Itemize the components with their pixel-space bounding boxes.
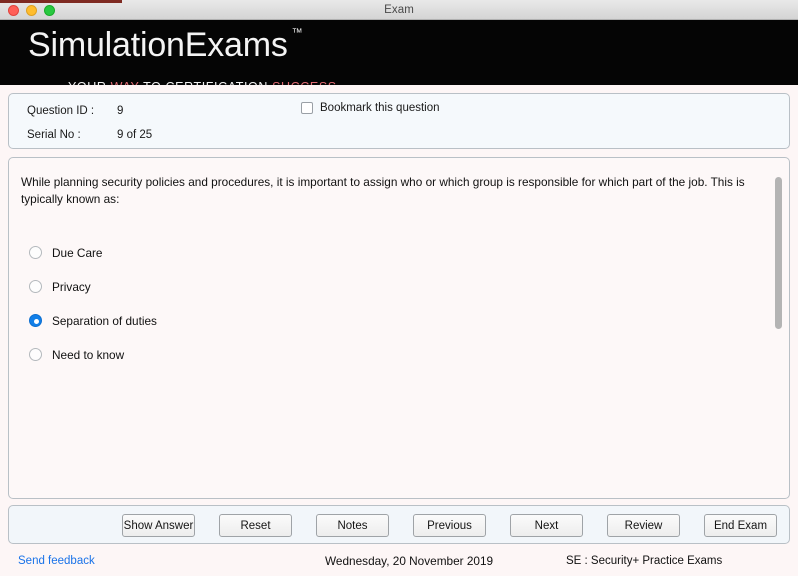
review-button[interactable]: Review: [607, 514, 680, 537]
answer-option-label-1: Privacy: [52, 279, 91, 294]
question-scrollbar[interactable]: [775, 161, 786, 497]
answer-option-0[interactable]: Due Care: [29, 244, 629, 261]
close-button[interactable]: [8, 4, 19, 16]
radio-button-1[interactable]: [29, 280, 42, 293]
exam-application-window: Exam SimulationExams ™ YOUR WAY TO CERTI…: [0, 0, 798, 576]
answer-option-3[interactable]: Need to know: [29, 346, 629, 363]
tagline-part-4: SUCCESS: [272, 80, 337, 85]
logo-text: SimulationExams: [28, 26, 288, 64]
question-info-panel: Question ID : 9 Serial No : 9 of 25 Book…: [8, 93, 790, 238]
current-date: Wednesday, 20 November 2019: [325, 554, 494, 568]
navigation-buttons: Show Answer Reset Notes Previous Next Re…: [122, 514, 777, 537]
footer-bar: Send feedback Wednesday, 20 November 201…: [0, 551, 798, 576]
answer-option-label-0: Due Care: [52, 245, 103, 260]
radio-button-2[interactable]: [29, 314, 42, 327]
trademark-symbol: ™: [291, 27, 303, 39]
question-scrollbar-thumb[interactable]: [775, 177, 782, 329]
send-feedback-link[interactable]: Send feedback: [18, 555, 95, 567]
next-button[interactable]: Next: [510, 514, 583, 537]
previous-button[interactable]: Previous: [413, 514, 486, 537]
reset-button[interactable]: Reset: [219, 514, 292, 537]
radio-button-0[interactable]: [29, 246, 42, 259]
bookmark-label: Bookmark this question: [320, 102, 440, 114]
question-id-value: 9: [117, 105, 124, 117]
logo: SimulationExams ™: [28, 25, 303, 65]
navigation-panel: Show Answer Reset Notes Previous Next Re…: [8, 505, 790, 544]
answer-option-2[interactable]: Separation of duties: [29, 312, 629, 329]
question-panel: While planning security policies and pro…: [8, 157, 790, 499]
notes-button[interactable]: Notes: [316, 514, 389, 537]
end-exam-button[interactable]: End Exam: [704, 514, 777, 537]
show-answer-button[interactable]: Show Answer: [122, 514, 195, 537]
exam-name-label: SE : Security+ Practice Exams: [566, 555, 723, 567]
brand-tagline: YOUR WAY TO CERTIFICATION SUCCESS: [68, 80, 337, 85]
answer-option-1[interactable]: Privacy: [29, 278, 629, 295]
question-text: While planning security policies and pro…: [21, 175, 745, 206]
serial-no-value: 9 of 25: [117, 129, 153, 141]
question-id-label: Question ID :: [27, 105, 95, 117]
tagline-part-3: TO CERTIFICATION: [139, 80, 272, 85]
bookmark-checkbox[interactable]: [301, 102, 313, 114]
tagline-part-1: YOUR: [68, 80, 111, 85]
radio-button-3[interactable]: [29, 348, 42, 361]
window-titlebar: Exam: [0, 0, 798, 20]
window-controls: [8, 4, 55, 16]
maximize-button[interactable]: [44, 4, 55, 16]
brand-banner: SimulationExams ™ YOUR WAY TO CERTIFICAT…: [0, 20, 798, 85]
answer-option-label-3: Need to know: [52, 347, 125, 362]
tagline-part-2: WAY: [111, 80, 140, 85]
serial-no-label: Serial No :: [27, 129, 81, 141]
window-title: Exam: [384, 3, 414, 16]
minimize-button[interactable]: [26, 4, 37, 16]
answer-options-list: Due Care Privacy Separation of duties Ne…: [29, 244, 629, 380]
bookmark-question-control[interactable]: Bookmark this question: [301, 102, 440, 114]
answer-option-label-2: Separation of duties: [52, 313, 157, 328]
